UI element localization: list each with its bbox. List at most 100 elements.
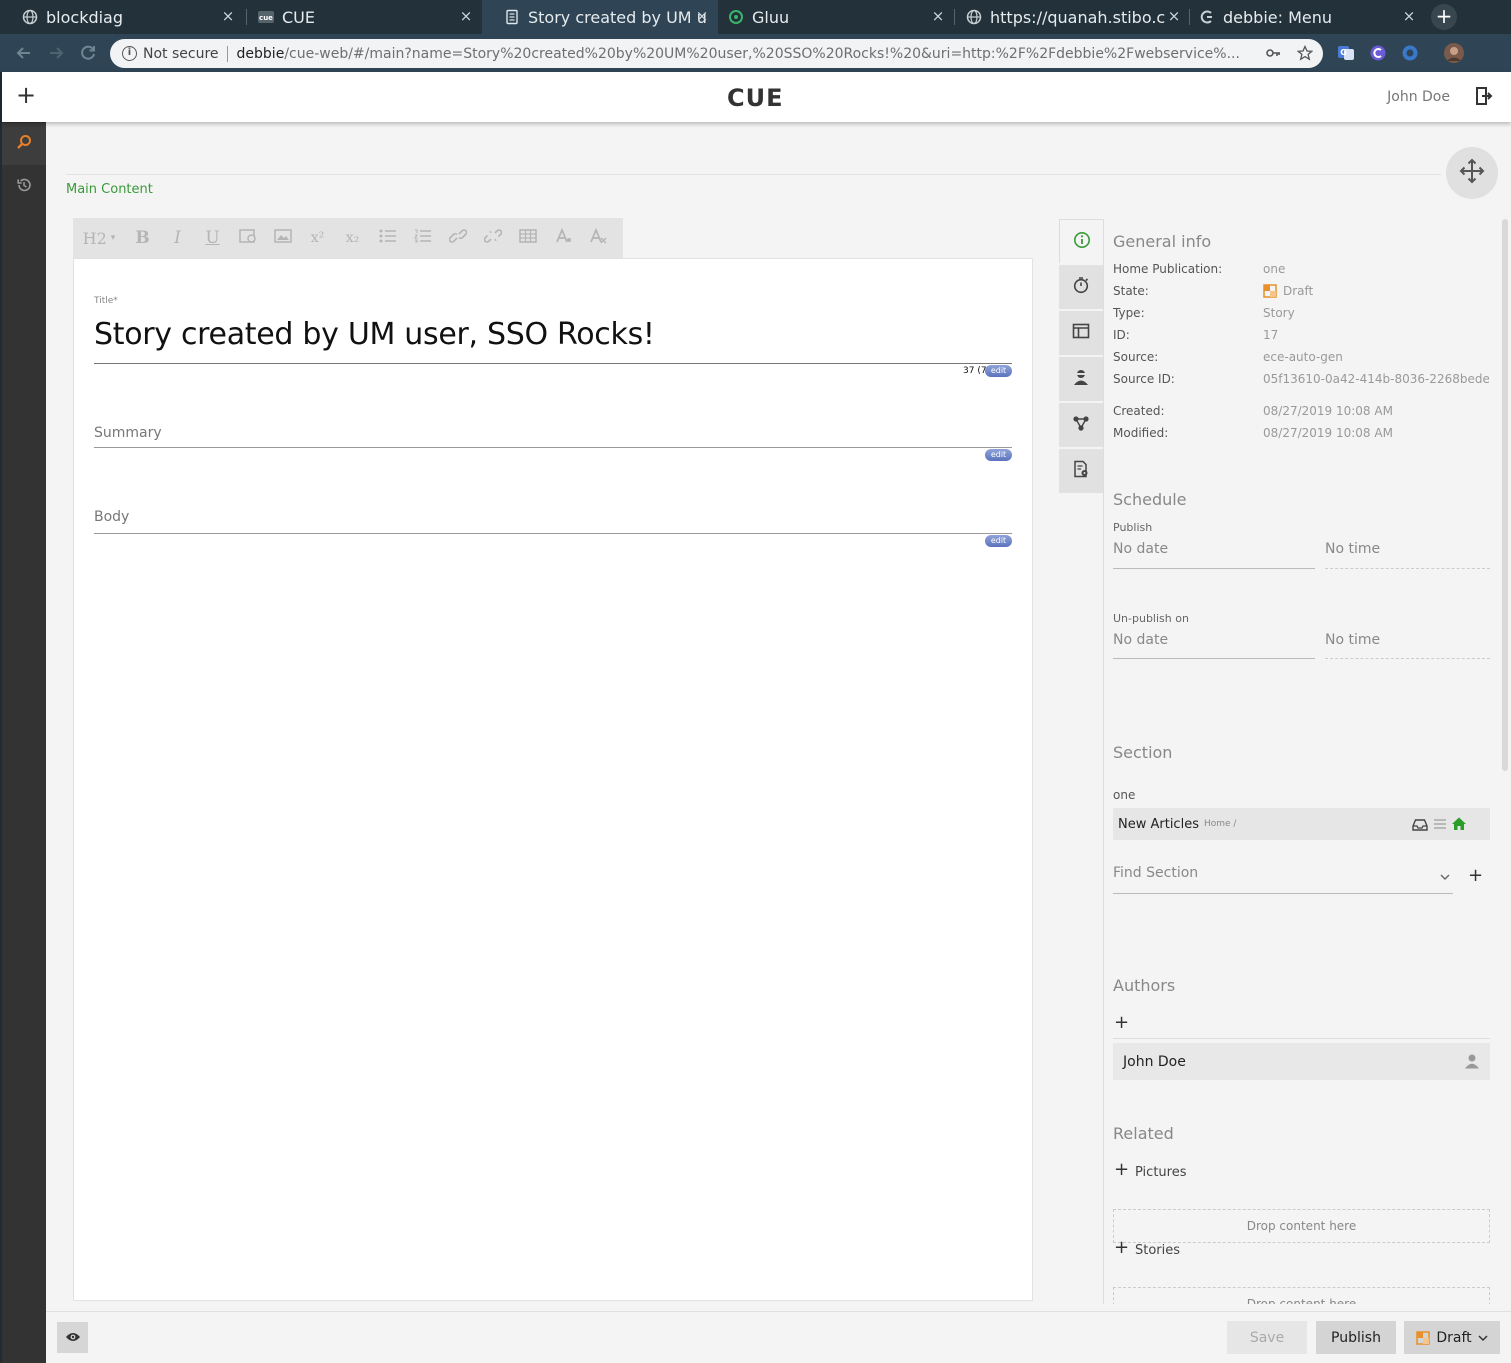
browser-tabstrip: blockdiag × cue CUE × Story created by U… (0, 0, 1511, 34)
tab-schedule[interactable] (1059, 265, 1103, 309)
left-rail (2, 122, 46, 1363)
tab-relations[interactable] (1059, 403, 1103, 447)
body-edit-button[interactable]: edit (985, 535, 1012, 547)
insert-embed-button[interactable] (230, 218, 265, 258)
browser-tab-cue[interactable]: cue CUE × (236, 0, 482, 34)
new-tab-button[interactable]: + (1431, 4, 1457, 30)
unpublish-date-input[interactable]: No date (1113, 632, 1168, 648)
translate-extension-icon[interactable]: G (1336, 43, 1356, 63)
type-value: Story (1263, 306, 1295, 320)
profile-avatar[interactable] (1444, 43, 1464, 63)
created-value: 08/27/2019 10:08 AM (1263, 404, 1393, 418)
italic-button[interactable]: I (160, 218, 195, 258)
state-dropdown[interactable]: Draft (1404, 1321, 1500, 1354)
stories-dropzone[interactable]: Drop content here (1113, 1287, 1490, 1304)
omnibox-divider (226, 45, 228, 62)
modified-label: Modified: (1113, 426, 1169, 440)
add-section-button[interactable]: + (1468, 867, 1483, 885)
tab-layout[interactable] (1059, 311, 1103, 355)
subscript-button[interactable]: x₂ (335, 218, 370, 258)
home-icon[interactable] (1451, 816, 1467, 835)
insert-link-button[interactable] (440, 218, 475, 258)
tab-people[interactable] (1059, 357, 1103, 401)
create-content-button[interactable]: + (16, 83, 36, 107)
browser-tab-quanah[interactable]: https://quanah.stibo.c × (954, 0, 1190, 34)
omnibox-actions (1265, 44, 1314, 65)
current-user-name[interactable]: John Doe (1387, 89, 1450, 105)
add-author-button[interactable]: + (1114, 1014, 1129, 1032)
info-icon (1073, 231, 1091, 253)
search-rail-button[interactable] (2, 123, 46, 165)
authors-divider (1113, 1038, 1490, 1039)
title-edit-button[interactable]: edit (985, 365, 1012, 377)
browser-tab-story[interactable]: Story created by UM u × (482, 0, 718, 34)
publish-button[interactable]: Publish (1316, 1321, 1396, 1354)
insert-table-button[interactable] (510, 218, 545, 258)
close-icon[interactable]: × (1401, 8, 1417, 24)
unlink-icon (483, 228, 502, 248)
back-arrow-icon[interactable] (13, 42, 35, 64)
chevron-down-icon[interactable] (1439, 867, 1451, 886)
author-row[interactable]: John Doe (1113, 1043, 1490, 1080)
underline-button[interactable]: U (195, 218, 230, 258)
summary-underline (94, 447, 1012, 448)
section-row[interactable]: New Articles Home / (1113, 808, 1490, 840)
source-value: ece-auto-gen (1263, 350, 1343, 364)
history-rail-button[interactable] (2, 166, 46, 208)
summary-input[interactable]: Summary (94, 425, 162, 441)
browser-tab-gluu[interactable]: Gluu × (718, 0, 954, 34)
created-label: Created: (1113, 404, 1165, 418)
inbox-icon[interactable] (1412, 817, 1428, 836)
key-icon[interactable] (1265, 45, 1281, 65)
preview-button[interactable] (57, 1322, 88, 1353)
close-icon[interactable]: × (694, 8, 710, 24)
remove-link-button[interactable] (475, 218, 510, 258)
bold-button[interactable]: B (125, 218, 160, 258)
move-arrows-icon (1459, 158, 1485, 188)
close-icon[interactable]: × (458, 8, 474, 24)
unpublish-date-underline (1113, 658, 1315, 659)
browser-tab-debbie[interactable]: debbie: Menu × (1189, 0, 1425, 34)
close-icon[interactable]: × (930, 8, 946, 24)
text-color-button[interactable] (545, 218, 580, 258)
clear-formatting-button[interactable] (580, 218, 615, 258)
close-icon[interactable]: × (1166, 8, 1182, 24)
numbered-list-button[interactable] (405, 218, 440, 258)
add-story-button[interactable]: + (1114, 1239, 1129, 1257)
body-input[interactable]: Body (94, 509, 129, 525)
close-icon[interactable]: × (220, 8, 236, 24)
extension-purple-icon[interactable] (1368, 43, 1388, 63)
save-button[interactable]: Save (1227, 1321, 1307, 1354)
forward-arrow-icon[interactable] (45, 42, 67, 64)
unpublish-time-input[interactable]: No time (1325, 632, 1380, 648)
find-section-input[interactable]: Find Section (1113, 865, 1198, 881)
workspace: Main Content H2 ▾ B I U x² x₂ Title* Sto… (46, 122, 1511, 1363)
list-menu-icon[interactable] (1433, 816, 1447, 835)
side-panel-scrollbar[interactable] (1502, 219, 1508, 771)
add-picture-button[interactable]: + (1114, 1161, 1129, 1179)
superscript-button[interactable]: x² (300, 218, 335, 258)
state-dropdown-label: Draft (1436, 1329, 1472, 1346)
summary-edit-button[interactable]: edit (985, 449, 1012, 461)
logout-icon[interactable] (1475, 86, 1493, 106)
publish-date-input[interactable]: No date (1113, 541, 1168, 557)
modified-value: 08/27/2019 10:08 AM (1263, 426, 1393, 440)
extension-blue-ring-icon[interactable] (1400, 43, 1420, 63)
tab-document-settings[interactable] (1059, 449, 1103, 493)
cue-logo: CUE (727, 84, 784, 112)
bulleted-list-button[interactable] (370, 218, 405, 258)
bookmark-star-icon[interactable] (1296, 44, 1314, 65)
pictures-dropzone[interactable]: Drop content here (1113, 1209, 1490, 1243)
publish-time-input[interactable]: No time (1325, 541, 1380, 557)
info-icon[interactable]: i (122, 46, 137, 61)
move-button[interactable] (1446, 147, 1498, 199)
tab-general-info[interactable] (1059, 219, 1103, 263)
svg-text:G: G (1340, 48, 1347, 57)
heading-dropdown[interactable]: H2 ▾ (73, 218, 125, 258)
address-bar[interactable]: i Not secure debbie /cue-web/#/main?name… (110, 39, 1323, 68)
publish-date-underline (1113, 568, 1315, 569)
title-input[interactable]: Story created by UM user, SSO Rocks! (94, 317, 655, 352)
insert-image-button[interactable] (265, 218, 300, 258)
reload-icon[interactable] (77, 42, 99, 64)
browser-tab-blockdiag[interactable]: blockdiag × (0, 0, 244, 34)
